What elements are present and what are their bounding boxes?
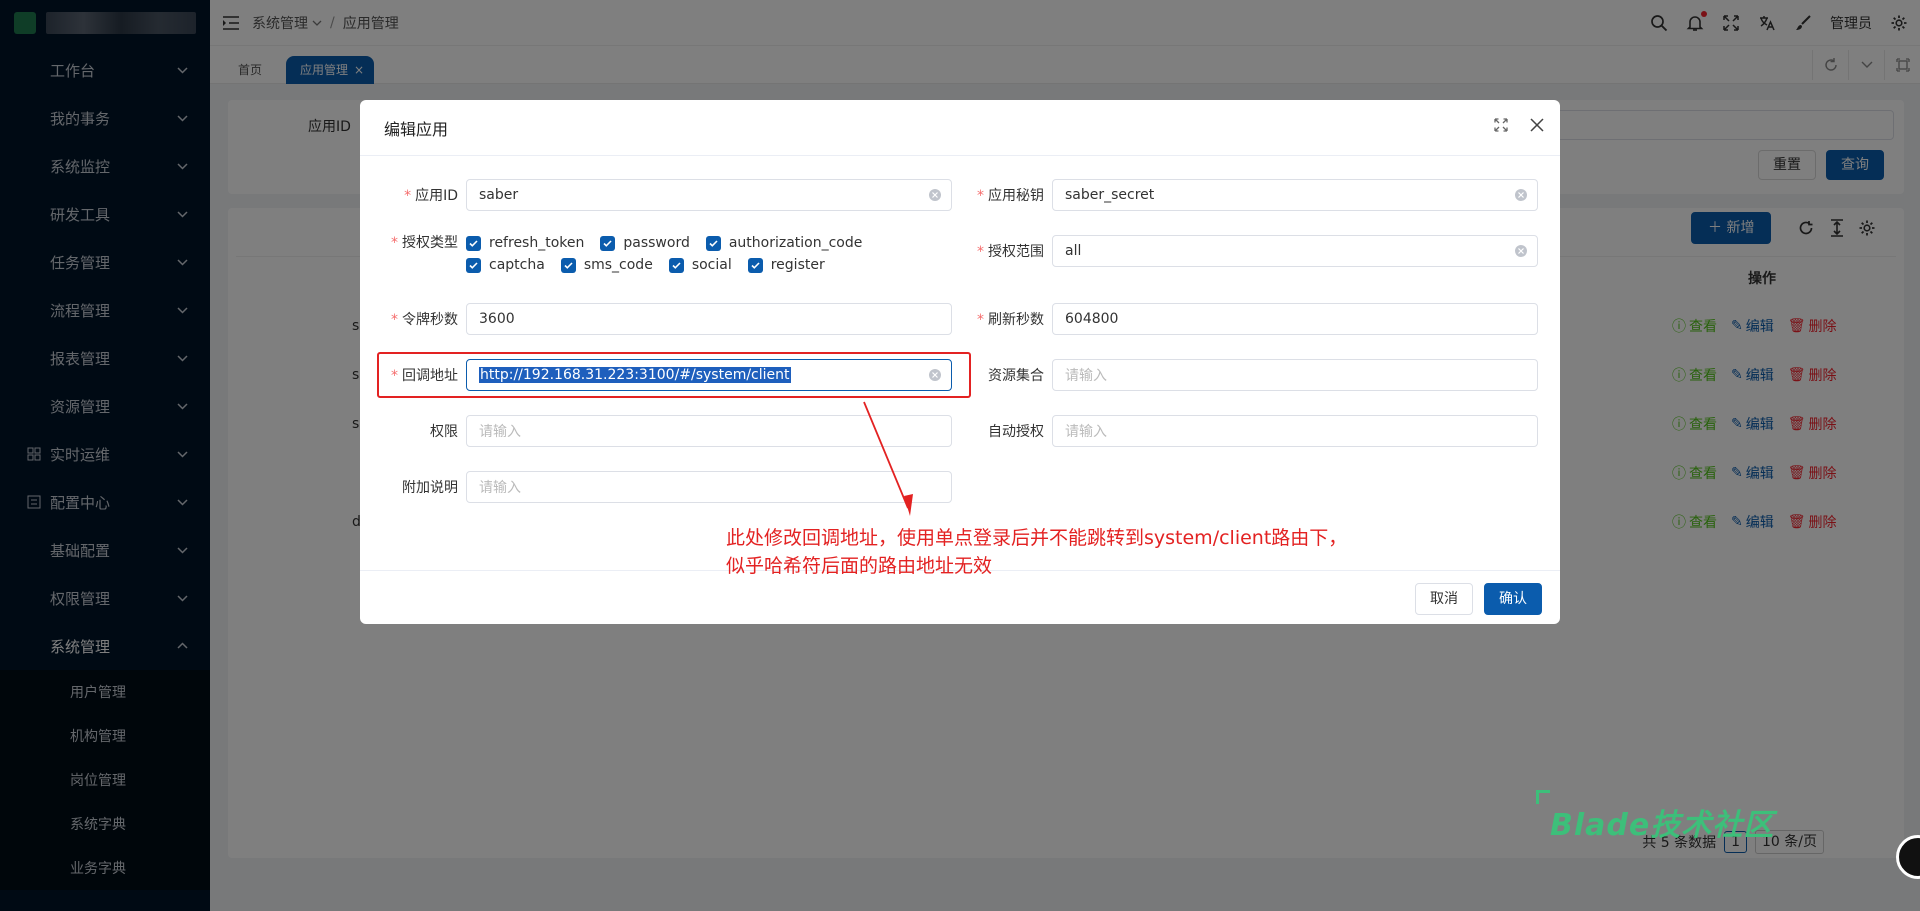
auto-approve-input[interactable]: 请输入 [1052, 415, 1538, 447]
grant-type-checkbox[interactable]: social [668, 256, 732, 274]
grant-type-label: sms_code [583, 257, 653, 273]
auto-approve-label: 自动授权 [988, 424, 1044, 440]
checkbox-checked-icon [560, 257, 576, 273]
resource-ids-row: 资源集合 请输入 [946, 359, 1538, 391]
clear-icon[interactable] [1515, 189, 1527, 201]
refresh-token-input[interactable]: 604800 [1052, 303, 1538, 335]
grant-type-label: register [770, 257, 825, 273]
additional-info-input[interactable]: 请输入 [466, 471, 952, 503]
grant-type-label: password [623, 235, 690, 251]
dialog-tools [1494, 118, 1544, 132]
grant-types-label: * 授权类型 [391, 235, 458, 251]
scope-value: all [1065, 243, 1082, 259]
cancel-button[interactable]: 取消 [1415, 583, 1473, 615]
clear-icon[interactable] [929, 189, 941, 201]
authorities-row: 权限 请输入 [360, 415, 952, 447]
resource-ids-placeholder: 请输入 [1065, 368, 1107, 384]
grant-type-checkbox[interactable]: captcha [466, 256, 545, 274]
grant-type-label: captcha [489, 257, 545, 273]
access-token-label: * 令牌秒数 [391, 312, 458, 328]
watermark-corner [1536, 790, 1550, 804]
additional-info-label: 附加说明 [402, 480, 458, 496]
annotation-line: 似乎哈希符后面的路由地址无效 [726, 555, 993, 577]
watermark: Blade技术社区 [1550, 808, 1775, 843]
client-secret-label: * 应用秘钥 [977, 188, 1044, 204]
dialog-title: 编辑应用 [384, 119, 449, 139]
access-token-row: * 令牌秒数 3600 [360, 303, 952, 335]
scope-input[interactable]: all [1052, 235, 1538, 267]
auto-approve-placeholder: 请输入 [1065, 424, 1107, 440]
authorities-placeholder: 请输入 [479, 424, 521, 440]
additional-info-row: 附加说明 请输入 [360, 471, 952, 503]
refresh-token-label: * 刷新秒数 [977, 312, 1044, 328]
scope-row: * 授权范围 all [946, 235, 1538, 267]
grant-type-checkbox[interactable]: register [747, 256, 825, 274]
access-token-input[interactable]: 3600 [466, 303, 952, 335]
confirm-button[interactable]: 确认 [1484, 583, 1542, 615]
grant-types-row: * 授权类型 refresh_token password authorization… [360, 234, 956, 274]
close-icon[interactable] [1530, 118, 1544, 132]
grant-type-label: authorization_code [728, 235, 863, 251]
checkbox-checked-icon [705, 235, 721, 251]
fullscreen-icon[interactable] [1494, 118, 1508, 132]
auto-approve-row: 自动授权 请输入 [946, 415, 1538, 447]
authorities-input[interactable]: 请输入 [466, 415, 952, 447]
client-secret-row: * 应用秘钥 saber_secret [946, 179, 1538, 211]
grant-type-checkbox[interactable]: password [600, 234, 690, 252]
checkbox-checked-icon [466, 235, 481, 251]
client-id-label: * 应用ID [404, 188, 458, 204]
authorities-label: 权限 [430, 424, 458, 440]
refresh-token-value: 604800 [1065, 311, 1119, 327]
additional-info-placeholder: 请输入 [479, 480, 521, 496]
refresh-token-row: * 刷新秒数 604800 [946, 303, 1538, 335]
client-id-input[interactable]: saber [466, 179, 952, 211]
client-secret-input[interactable]: saber_secret [1052, 179, 1538, 211]
access-token-value: 3600 [479, 311, 515, 327]
grant-types-checkbox-group: refresh_token password authorization_codec… [466, 234, 956, 274]
dialog-header: 编辑应用 [360, 100, 1560, 156]
grant-type-label: social [691, 257, 732, 273]
scope-label: * 授权范围 [977, 244, 1044, 260]
client-id-row: * 应用ID saber [360, 179, 952, 211]
grant-type-checkbox[interactable]: sms_code [560, 256, 653, 274]
checkbox-checked-icon [747, 257, 763, 273]
checkbox-checked-icon [668, 257, 684, 273]
client-secret-value: saber_secret [1065, 187, 1155, 203]
checkbox-checked-icon [600, 235, 616, 251]
annotation-text: 此处修改回调地址，使用单点登录后并不能跳转到system/client路由下， … [726, 524, 1347, 580]
client-id-value: saber [479, 187, 519, 203]
clear-icon[interactable] [1515, 245, 1527, 257]
grant-type-checkbox[interactable]: authorization_code [705, 234, 863, 252]
resource-ids-input[interactable]: 请输入 [1052, 359, 1538, 391]
grant-type-label: refresh_token [489, 235, 585, 251]
annotation-highlight-box [377, 352, 971, 398]
grant-type-checkbox[interactable]: refresh_token [466, 234, 584, 252]
annotation-line: 此处修改回调地址，使用单点登录后并不能跳转到system/client路由下， [726, 527, 1348, 549]
checkbox-checked-icon [466, 257, 481, 273]
